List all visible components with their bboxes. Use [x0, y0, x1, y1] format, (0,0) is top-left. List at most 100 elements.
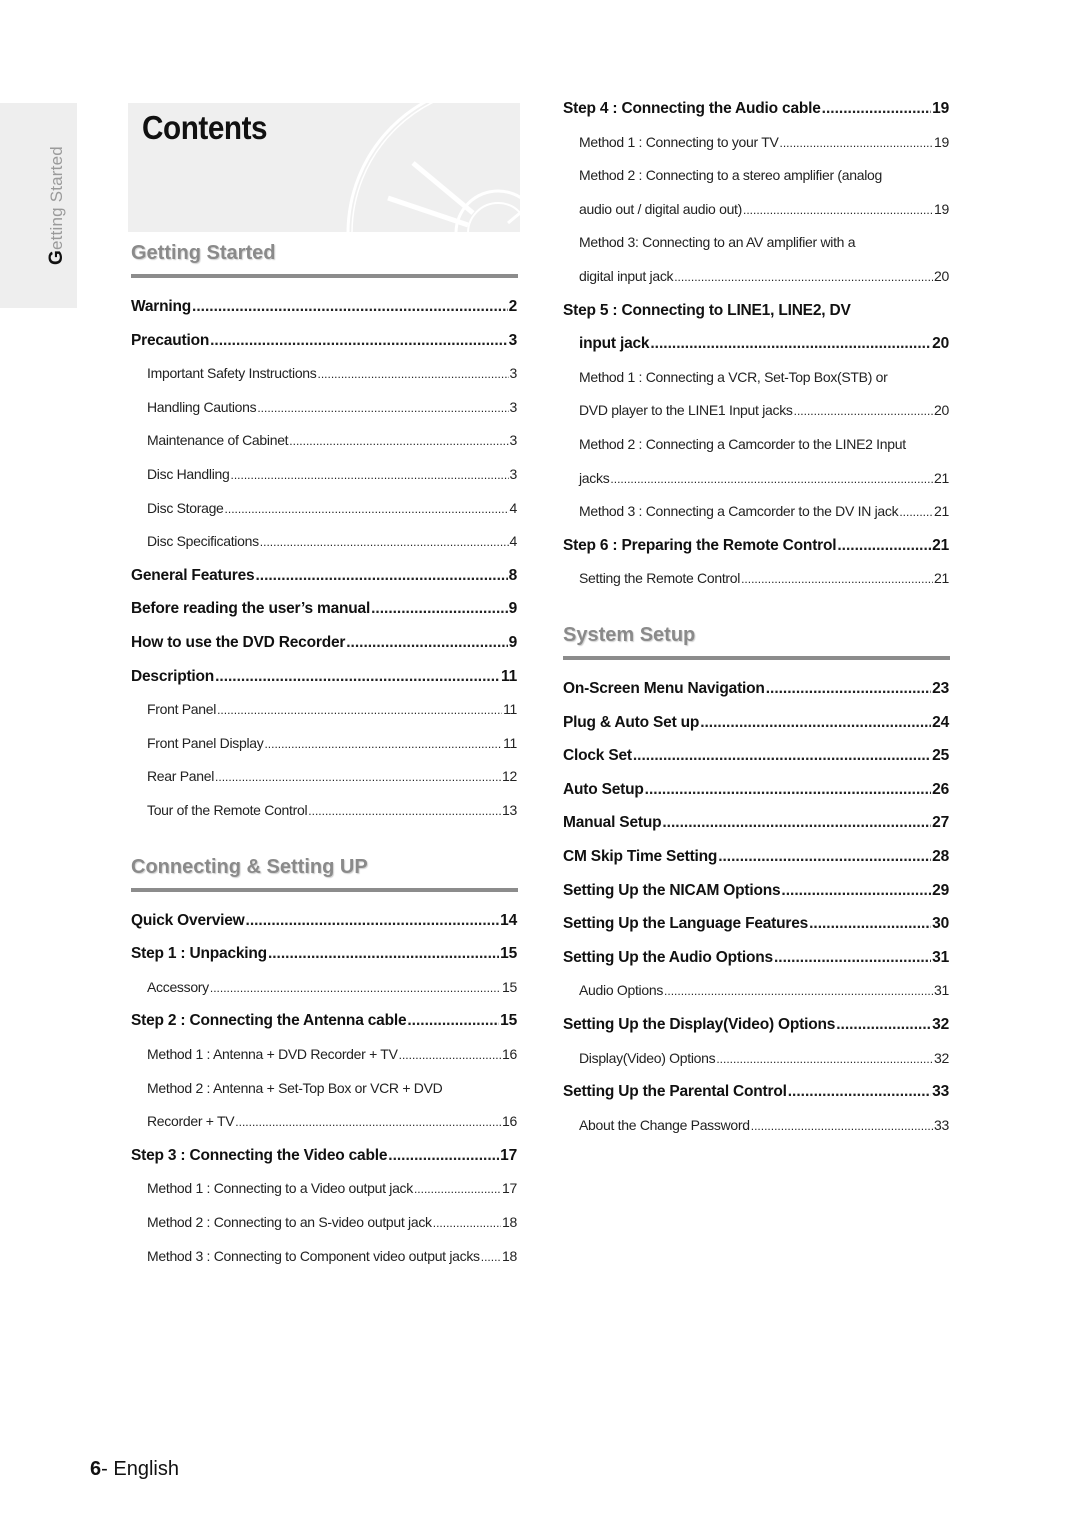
toc-subentry[interactable]: Method 1 : Connecting to your TV 19	[563, 134, 949, 150]
toc-entry[interactable]: Precaution 3	[131, 332, 517, 350]
toc-entry[interactable]: Before reading the user’s manual 9	[131, 600, 517, 618]
toc-entry-title: Disc Specifications	[147, 533, 259, 550]
toc-subentry[interactable]: Method 2 : Connecting to an S-video outp…	[131, 1214, 517, 1230]
toc-page-number: 31	[934, 982, 949, 999]
toc-subentry[interactable]: Disc Storage 4	[131, 500, 517, 516]
toc-subentry[interactable]: Display(Video) Options 32	[563, 1050, 949, 1066]
toc-entry[interactable]: Setting Up the Display(Video) Options 32	[563, 1016, 949, 1034]
toc-page-number: 17	[502, 1180, 517, 1197]
toc-entry-title: Manual Setup	[563, 814, 662, 832]
toc-entry[interactable]: Setting Up the Parental Control 33	[563, 1083, 949, 1101]
toc-entry-title: Plug & Auto Set up	[563, 713, 700, 731]
toc-entry-title: Method 1 : Connecting to your TV	[579, 133, 779, 150]
toc-subentry[interactable]: DVD player to the LINE1 Input jacks 20	[563, 402, 949, 418]
dot-leader	[388, 1147, 499, 1165]
dot-leader	[407, 1012, 499, 1030]
toc-subentry[interactable]: Accessory 15	[131, 979, 517, 995]
toc-subentry[interactable]: About the Change Password 33	[563, 1117, 949, 1133]
section-heading: Getting Started	[131, 242, 276, 264]
dot-leader	[192, 298, 508, 316]
toc-entry[interactable]: Step 4 : Connecting the Audio cable 19	[563, 100, 949, 118]
toc-entry[interactable]: Step 3 : Connecting the Video cable 17	[131, 1147, 517, 1165]
toc-subentry[interactable]: Maintenance of Cabinet 3	[131, 432, 517, 448]
toc-page-number: 24	[932, 713, 949, 731]
toc-subentry[interactable]: Important Safety Instructions 3	[131, 365, 517, 381]
toc-subentry[interactable]: Method 3: Connecting to an AV amplifier …	[563, 234, 949, 250]
toc-entry[interactable]: How to use the DVD Recorder 9	[131, 634, 517, 652]
footer-language: English	[107, 1458, 179, 1480]
toc-page-number: 25	[932, 747, 949, 765]
toc-entry[interactable]: Auto Setup 26	[563, 781, 949, 799]
toc-entry-title: Audio Options	[579, 982, 664, 999]
section-divider	[563, 656, 950, 660]
toc-entry[interactable]: Clock Set 25	[563, 747, 949, 765]
chapter-name-rest: etting Started	[47, 146, 66, 251]
dot-leader	[899, 503, 933, 519]
toc-entry[interactable]: CM Skip Time Setting 28	[563, 848, 949, 866]
toc-subentry[interactable]: Method 3 : Connecting to Component video…	[131, 1248, 517, 1264]
toc-subentry[interactable]: Audio Options 31	[563, 982, 949, 998]
toc-subentry[interactable]: digital input jack 20	[563, 268, 949, 284]
toc-entry-title: Method 1 : Antenna + DVD Recorder + TV	[147, 1046, 398, 1062]
toc-subentry[interactable]: Rear Panel 12	[131, 768, 517, 784]
toc-page-number: 30	[932, 915, 949, 933]
toc-entry-title: Handling Cautions	[147, 398, 257, 415]
toc-subentry[interactable]: Front Panel 11	[131, 701, 517, 717]
toc-page-number: 14	[500, 911, 517, 929]
toc-entry-title: Method 2 : Connecting a Camcorder to the…	[579, 436, 906, 452]
toc-entry[interactable]: Plug & Auto Set up 24	[563, 714, 949, 732]
dot-leader	[674, 268, 933, 284]
toc-entry-title: Setting Up the Language Features	[563, 915, 809, 933]
toc-entry[interactable]: Setting Up the Audio Options 31	[563, 949, 949, 967]
toc-entry-title: Accessory	[147, 978, 209, 995]
toc-page-number: 12	[502, 768, 517, 785]
toc-entry-title: Before reading the user’s manual	[131, 600, 371, 618]
toc-subentry[interactable]: audio out / digital audio out) 19	[563, 201, 949, 217]
toc-page-number: 18	[502, 1247, 517, 1264]
toc-page-number: 11	[503, 701, 517, 718]
toc-entry[interactable]: Description 11	[131, 668, 517, 686]
toc-subentry[interactable]: Method 1 : Antenna + DVD Recorder + TV 16	[131, 1046, 517, 1062]
toc-entry[interactable]: input jack 20	[563, 335, 949, 353]
toc-subentry[interactable]: Tour of the Remote Control 13	[131, 802, 517, 818]
toc-page-number: 21	[934, 469, 949, 486]
toc-subentry[interactable]: Method 2 : Antenna + Set-Top Box or VCR …	[131, 1080, 517, 1096]
toc-subentry[interactable]: Method 2 : Connecting a Camcorder to the…	[563, 436, 949, 452]
toc-page-number: 19	[932, 100, 949, 117]
toc-subentry[interactable]: Handling Cautions 3	[131, 399, 517, 415]
toc-entry[interactable]: Setting Up the NICAM Options 29	[563, 882, 949, 900]
toc-page-number: 19	[934, 133, 949, 150]
toc-page-number: 31	[932, 948, 949, 966]
dot-leader	[246, 912, 500, 930]
toc-entry-title: Step 5 : Connecting to LINE1, LINE2, DV	[563, 301, 851, 319]
toc-subentry[interactable]: Setting the Remote Control 21	[563, 570, 949, 586]
toc-entry-title: Recorder + TV	[147, 1113, 235, 1130]
toc-subentry[interactable]: Front Panel Display 11	[131, 735, 517, 751]
toc-entry[interactable]: Warning 2	[131, 298, 517, 316]
toc-subentry[interactable]: Recorder + TV 16	[131, 1113, 517, 1129]
toc-entry[interactable]: On-Screen Menu Navigation 23	[563, 680, 949, 698]
toc-subentry[interactable]: Method 3 : Connecting a Camcorder to the…	[563, 503, 949, 519]
toc-entry[interactable]: Setting Up the Language Features 30	[563, 915, 949, 933]
toc-subentry[interactable]: Disc Handling 3	[131, 466, 517, 482]
toc-subentry[interactable]: Method 1 : Connecting a VCR, Set-Top Box…	[563, 369, 949, 385]
dot-leader	[662, 814, 931, 832]
toc-entry[interactable]: Step 6 : Preparing the Remote Control 21	[563, 537, 949, 555]
toc-entry[interactable]: Step 5 : Connecting to LINE1, LINE2, DV	[563, 302, 949, 320]
toc-entry[interactable]: Step 2 : Connecting the Antenna cable 15	[131, 1012, 517, 1030]
toc-subentry[interactable]: jacks 21	[563, 470, 949, 486]
toc-entry-title: Method 3 : Connecting a Camcorder to the…	[579, 503, 899, 520]
toc-subentry[interactable]: Disc Specifications 4	[131, 533, 517, 549]
section-divider	[131, 274, 518, 278]
toc-entry[interactable]: Step 1 : Unpacking 15	[131, 945, 517, 963]
toc-entry-title: On-Screen Menu Navigation	[563, 680, 765, 697]
toc-page-number: 15	[500, 1012, 517, 1030]
toc-subentry[interactable]: Method 2 : Connecting to a stereo amplif…	[563, 167, 949, 183]
toc-entry[interactable]: Manual Setup 27	[563, 814, 949, 832]
dot-leader	[794, 402, 933, 418]
toc-entry-title: Setting Up the Parental Control	[563, 1083, 787, 1101]
toc-subentry[interactable]: Method 1 : Connecting to a Video output …	[131, 1180, 517, 1196]
toc-entry[interactable]: General Features 8	[131, 567, 517, 585]
dot-leader	[289, 432, 508, 448]
toc-entry[interactable]: Quick Overview 14	[131, 912, 517, 930]
